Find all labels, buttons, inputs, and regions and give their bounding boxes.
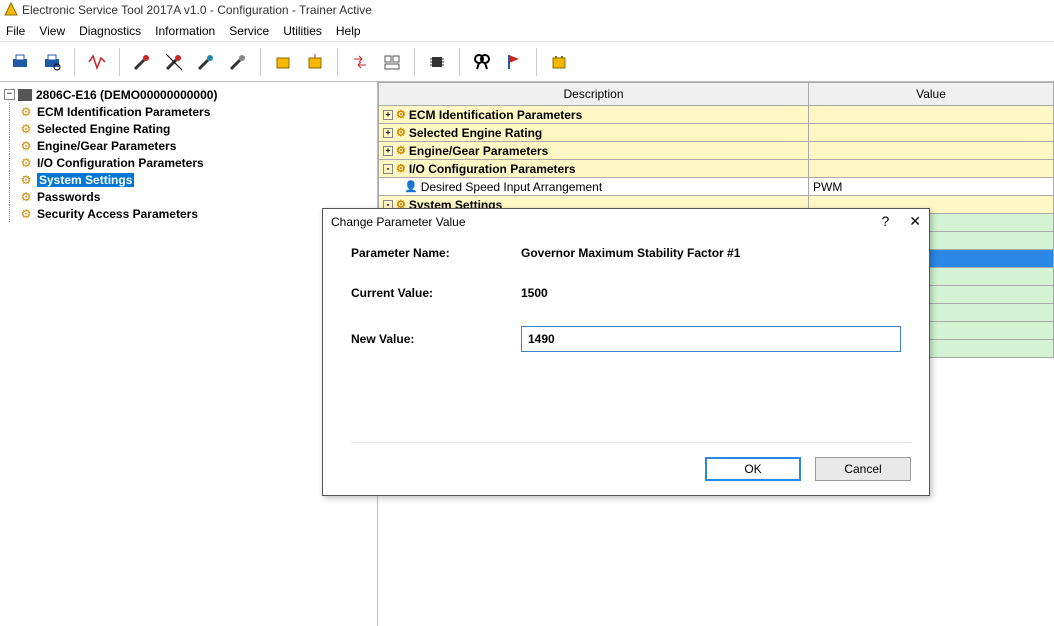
row-value <box>809 106 1054 124</box>
expand-icon[interactable]: + <box>383 128 393 138</box>
row-description: Desired Speed Input Arrangement <box>421 180 602 194</box>
col-value[interactable]: Value <box>809 83 1054 106</box>
search-icon[interactable] <box>468 48 496 76</box>
help-icon[interactable]: ? <box>881 213 889 230</box>
print-preview-icon[interactable] <box>38 48 66 76</box>
waveform-icon[interactable] <box>83 48 111 76</box>
row-description: Selected Engine Rating <box>409 126 542 140</box>
gear-icon: ⚙ <box>19 207 33 221</box>
tree-item-security-access[interactable]: ⚙Security Access Parameters <box>4 205 373 222</box>
current-value: 1500 <box>521 286 548 300</box>
tree-item-engine-gear[interactable]: ⚙Engine/Gear Parameters <box>4 137 373 154</box>
gear-icon: ⚙ <box>19 139 33 153</box>
person-icon: 👤 <box>404 180 418 193</box>
print-icon[interactable] <box>6 48 34 76</box>
collapse-icon[interactable]: − <box>4 89 15 100</box>
expand-icon[interactable]: + <box>383 110 393 120</box>
row-value <box>809 142 1054 160</box>
swap-icon[interactable] <box>346 48 374 76</box>
tree-item-passwords[interactable]: ⚙Passwords <box>4 188 373 205</box>
gear-icon: ⚙ <box>19 122 33 136</box>
menu-utilities[interactable]: Utilities <box>283 24 322 38</box>
gear-icon: ⚙ <box>396 108 406 121</box>
row-description: Engine/Gear Parameters <box>409 144 548 158</box>
new-value-input[interactable] <box>521 326 901 352</box>
cancel-button[interactable]: Cancel <box>815 457 911 481</box>
gear-icon: ⚙ <box>19 156 33 170</box>
ok-button[interactable]: OK <box>705 457 801 481</box>
gear-icon: ⚙ <box>19 173 33 187</box>
tool-d-icon[interactable] <box>224 48 252 76</box>
tree-item-io-config[interactable]: ⚙I/O Configuration Parameters <box>4 154 373 171</box>
tool-a-icon[interactable] <box>128 48 156 76</box>
gear-icon: ⚙ <box>19 105 33 119</box>
layout-icon[interactable] <box>378 48 406 76</box>
collapse-icon[interactable]: - <box>383 164 393 174</box>
table-row[interactable]: 👤Desired Speed Input Arrangement PWM <box>379 178 1054 196</box>
menu-information[interactable]: Information <box>155 24 215 38</box>
menu-service[interactable]: Service <box>229 24 269 38</box>
gear-icon: ⚙ <box>19 190 33 204</box>
gear-icon: ⚙ <box>396 126 406 139</box>
paint-a-icon[interactable] <box>269 48 297 76</box>
tree-item-engine-rating[interactable]: ⚙Selected Engine Rating <box>4 120 373 137</box>
tree-item-ecm-id[interactable]: ⚙ECM Identification Parameters <box>4 103 373 120</box>
ecm-icon <box>18 89 32 101</box>
app-icon <box>4 2 18 19</box>
window-title: Electronic Service Tool 2017A v1.0 - Con… <box>22 3 372 17</box>
titlebar: Electronic Service Tool 2017A v1.0 - Con… <box>0 0 1054 20</box>
menu-view[interactable]: View <box>39 24 65 38</box>
tree-root[interactable]: − 2806C-E16 (DEMO00000000000) <box>4 86 373 103</box>
row-value <box>809 124 1054 142</box>
table-row[interactable]: +⚙ECM Identification Parameters <box>379 106 1054 124</box>
paint-b-icon[interactable] <box>301 48 329 76</box>
param-name-label: Parameter Name: <box>351 246 521 260</box>
table-row[interactable]: +⚙Engine/Gear Parameters <box>379 142 1054 160</box>
param-name-value: Governor Maximum Stability Factor #1 <box>521 246 740 260</box>
row-description: I/O Configuration Parameters <box>409 162 576 176</box>
col-description[interactable]: Description <box>379 83 809 106</box>
chip-icon[interactable] <box>423 48 451 76</box>
current-value-label: Current Value: <box>351 286 521 300</box>
close-icon[interactable]: ✕ <box>909 213 921 230</box>
dialog-title: Change Parameter Value <box>331 215 466 229</box>
battery-icon[interactable] <box>545 48 573 76</box>
table-row[interactable]: -⚙I/O Configuration Parameters <box>379 160 1054 178</box>
new-value-label: New Value: <box>351 332 521 346</box>
flag-icon[interactable] <box>500 48 528 76</box>
change-parameter-dialog: Change Parameter Value ? ✕ Parameter Nam… <box>322 208 930 496</box>
row-value <box>809 160 1054 178</box>
menu-diagnostics[interactable]: Diagnostics <box>79 24 141 38</box>
toolbar <box>0 42 1054 82</box>
expand-icon[interactable]: + <box>383 146 393 156</box>
menubar: File View Diagnostics Information Servic… <box>0 20 1054 42</box>
row-description: ECM Identification Parameters <box>409 108 582 122</box>
table-row[interactable]: +⚙Selected Engine Rating <box>379 124 1054 142</box>
menu-help[interactable]: Help <box>336 24 361 38</box>
tool-b-icon[interactable] <box>160 48 188 76</box>
row-value: PWM <box>809 178 1054 196</box>
tool-c-icon[interactable] <box>192 48 220 76</box>
gear-icon: ⚙ <box>396 162 406 175</box>
tree-item-system-settings[interactable]: ⚙System Settings <box>4 171 373 188</box>
gear-icon: ⚙ <box>396 144 406 157</box>
menu-file[interactable]: File <box>6 24 25 38</box>
